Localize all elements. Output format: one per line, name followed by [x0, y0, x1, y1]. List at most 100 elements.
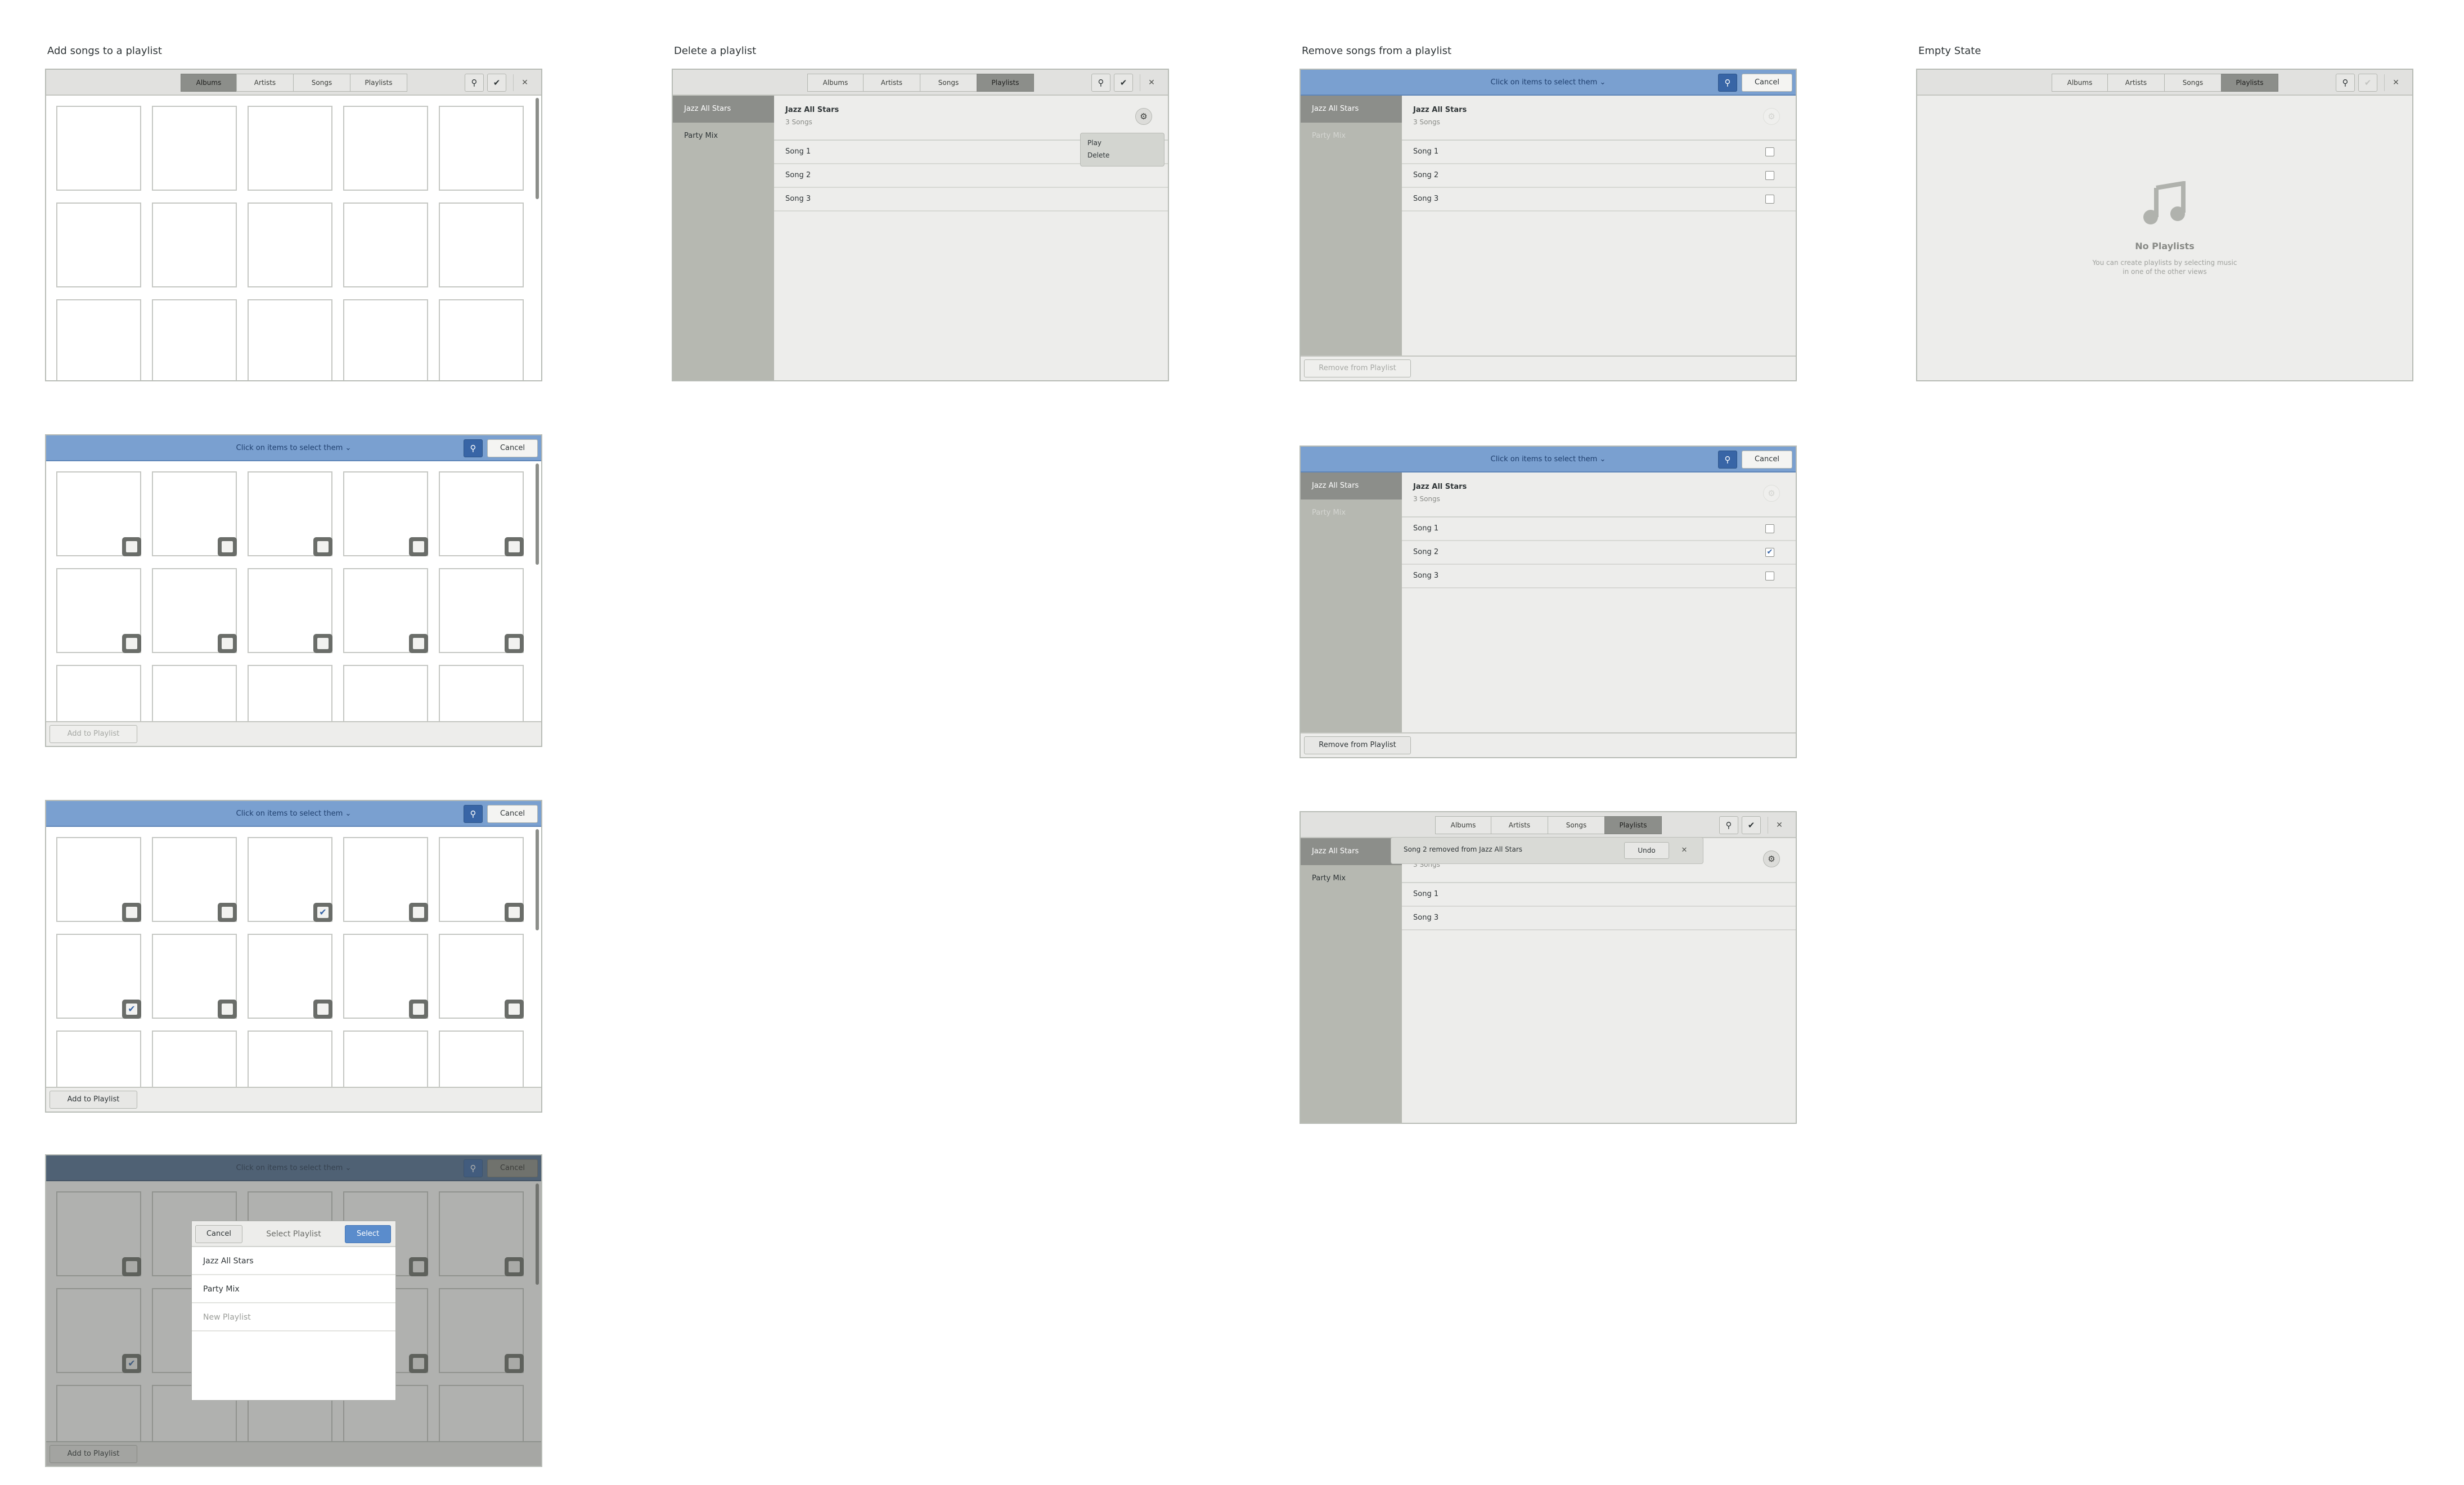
tab-playlists[interactable]: Playlists — [350, 74, 407, 92]
tile-checkbox[interactable] — [409, 537, 428, 556]
album-tile[interactable] — [56, 568, 141, 653]
song-row[interactable]: Song 2 ✔ — [1402, 541, 1796, 565]
select-mode-button[interactable]: ✔ — [1114, 74, 1133, 92]
album-tile[interactable] — [343, 202, 428, 287]
cancel-button[interactable]: Cancel — [1742, 74, 1792, 92]
tab-albums[interactable]: Albums — [807, 74, 864, 92]
tab-songs[interactable]: Songs — [2164, 74, 2222, 92]
tab-songs[interactable]: Songs — [920, 74, 977, 92]
album-tile[interactable] — [439, 299, 524, 380]
song-row[interactable]: Song 3 — [1402, 907, 1796, 930]
tile-checkbox[interactable] — [505, 903, 524, 922]
select-mode-button[interactable]: ✔ — [487, 74, 506, 92]
album-tile[interactable] — [439, 471, 524, 556]
row-checkbox[interactable] — [1765, 195, 1774, 204]
tile-checkbox[interactable] — [505, 634, 524, 653]
album-tile[interactable] — [343, 568, 428, 653]
tile-checkbox[interactable] — [218, 903, 237, 922]
tab-songs[interactable]: Songs — [293, 74, 350, 92]
tile-checkbox[interactable] — [409, 634, 428, 653]
tile-checkbox[interactable] — [505, 1000, 524, 1019]
album-tile[interactable] — [248, 568, 332, 653]
tile-checkbox[interactable] — [122, 634, 141, 653]
row-checkbox[interactable] — [1765, 171, 1774, 180]
tile-checkbox[interactable] — [313, 1000, 332, 1019]
dialog-cancel-button[interactable]: Cancel — [195, 1225, 242, 1243]
tile-checkbox[interactable] — [313, 634, 332, 653]
album-tile[interactable] — [343, 1030, 428, 1087]
search-button[interactable]: ⚲ — [465, 74, 484, 92]
album-tile[interactable] — [343, 837, 428, 922]
album-tile[interactable] — [343, 106, 428, 191]
tile-checkbox[interactable] — [409, 903, 428, 922]
album-tile[interactable] — [152, 568, 237, 653]
song-row[interactable]: Song 1 — [1402, 141, 1796, 164]
close-icon[interactable]: ✕ — [1144, 74, 1159, 92]
dialog-select-button[interactable]: Select — [345, 1225, 391, 1243]
album-tile[interactable] — [439, 106, 524, 191]
tile-checkbox[interactable] — [218, 537, 237, 556]
sidebar-item-jazz-all-stars[interactable]: Jazz All Stars — [1301, 472, 1402, 500]
album-tile[interactable] — [56, 665, 141, 721]
tile-checkbox[interactable] — [218, 634, 237, 653]
album-tile[interactable] — [343, 299, 428, 380]
album-tile[interactable] — [56, 837, 141, 922]
tab-playlists[interactable]: Playlists — [977, 74, 1034, 92]
search-button[interactable]: ⚲ — [1091, 74, 1110, 92]
dialog-playlist-item[interactable]: Jazz All Stars — [192, 1247, 395, 1275]
song-row[interactable]: Song 1 — [1402, 883, 1796, 907]
tile-checkbox[interactable] — [409, 1000, 428, 1019]
song-row[interactable]: Song 3 — [774, 188, 1168, 212]
search-button[interactable]: ⚲ — [1718, 451, 1737, 469]
album-tile[interactable] — [152, 299, 237, 380]
album-tile[interactable]: ✔ — [248, 837, 332, 922]
album-tile[interactable] — [152, 202, 237, 287]
scrollbar[interactable] — [536, 464, 539, 565]
search-button[interactable]: ⚲ — [2336, 74, 2355, 92]
gear-icon[interactable]: ⚙ — [1135, 108, 1152, 125]
tab-albums[interactable]: Albums — [2052, 74, 2108, 92]
album-tile[interactable] — [248, 202, 332, 287]
tile-checkbox-checked[interactable]: ✔ — [313, 903, 332, 922]
close-icon[interactable]: ✕ — [1772, 816, 1787, 834]
sidebar-item-jazz-all-stars[interactable]: Jazz All Stars — [1301, 96, 1402, 123]
song-row[interactable]: Song 2 — [1402, 164, 1796, 188]
remove-from-playlist-button[interactable]: Remove from Playlist — [1304, 736, 1411, 754]
tile-checkbox[interactable] — [505, 537, 524, 556]
album-tile[interactable] — [56, 299, 141, 380]
album-tile[interactable] — [439, 202, 524, 287]
select-mode-button[interactable]: ✔ — [1742, 816, 1761, 834]
album-tile[interactable] — [439, 665, 524, 721]
row-checkbox-checked[interactable]: ✔ — [1765, 548, 1774, 557]
album-tile[interactable] — [152, 106, 237, 191]
sidebar-item-party-mix[interactable]: Party Mix — [1301, 865, 1402, 892]
gear-icon[interactable]: ⚙ — [1763, 850, 1780, 867]
cancel-button[interactable]: Cancel — [487, 439, 538, 457]
album-tile[interactable] — [56, 202, 141, 287]
album-tile[interactable] — [248, 934, 332, 1019]
album-tile[interactable] — [248, 299, 332, 380]
search-button[interactable]: ⚲ — [1718, 74, 1737, 92]
sidebar-item-jazz-all-stars[interactable]: Jazz All Stars — [1301, 838, 1402, 865]
album-tile[interactable] — [439, 568, 524, 653]
album-tile[interactable] — [152, 1030, 237, 1087]
album-tile[interactable] — [56, 471, 141, 556]
album-tile[interactable] — [343, 471, 428, 556]
tile-checkbox[interactable] — [122, 903, 141, 922]
album-tile[interactable] — [439, 934, 524, 1019]
album-tile[interactable] — [343, 934, 428, 1019]
dialog-new-playlist[interactable]: New Playlist — [192, 1303, 395, 1331]
add-to-playlist-button[interactable]: Add to Playlist — [50, 1091, 137, 1109]
tab-playlists[interactable]: Playlists — [1604, 816, 1662, 834]
tab-artists[interactable]: Artists — [1491, 816, 1548, 834]
close-icon[interactable]: ✕ — [1676, 842, 1693, 859]
song-row[interactable]: Song 3 — [1402, 188, 1796, 212]
tab-albums[interactable]: Albums — [181, 74, 237, 92]
tab-albums[interactable]: Albums — [1435, 816, 1491, 834]
album-tile[interactable] — [56, 1030, 141, 1087]
cancel-button[interactable]: Cancel — [487, 805, 538, 823]
tab-artists[interactable]: Artists — [236, 74, 294, 92]
album-tile[interactable] — [248, 471, 332, 556]
close-icon[interactable]: ✕ — [518, 74, 532, 92]
tile-checkbox[interactable] — [218, 1000, 237, 1019]
